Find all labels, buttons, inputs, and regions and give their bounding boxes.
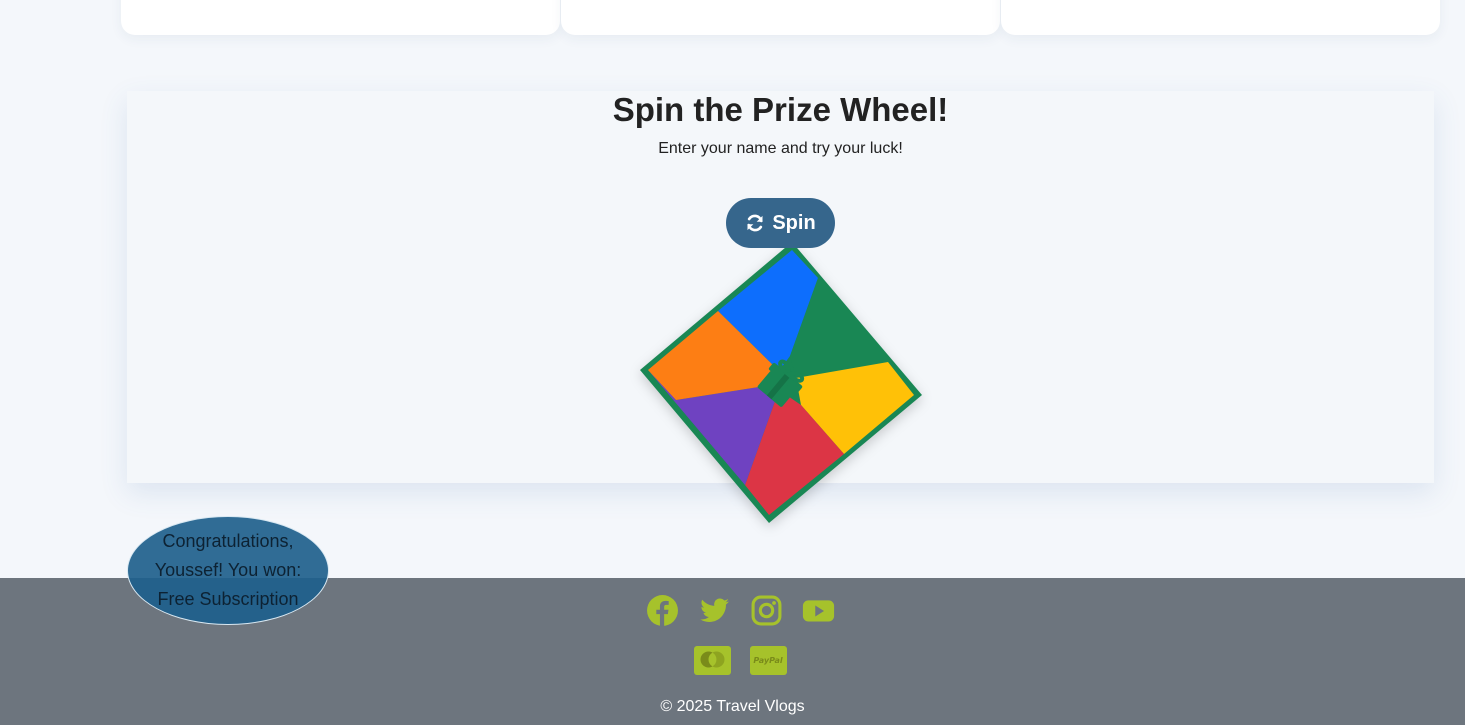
payment-methods: PayPal bbox=[0, 646, 1465, 675]
refresh-icon bbox=[745, 213, 765, 233]
top-card bbox=[561, 0, 1000, 35]
twitter-icon[interactable] bbox=[698, 594, 731, 627]
facebook-icon[interactable] bbox=[646, 594, 679, 627]
wheel-subtitle: Enter your name and try your luck! bbox=[658, 140, 903, 157]
top-card bbox=[1001, 0, 1440, 35]
youtube-icon[interactable] bbox=[802, 594, 835, 627]
spin-button[interactable]: Spin bbox=[726, 198, 835, 248]
page: Spin the Prize Wheel! Enter your name an… bbox=[0, 0, 1465, 725]
prize-wheel[interactable] bbox=[638, 240, 924, 525]
paypal-label: PayPal bbox=[753, 656, 783, 665]
instagram-icon[interactable] bbox=[750, 594, 783, 627]
copyright: © 2025 Travel Vlogs bbox=[660, 698, 805, 715]
wheel-title: Spin the Prize Wheel! bbox=[612, 91, 949, 128]
result-message: Congratulations, Youssef! You won: Free … bbox=[127, 516, 329, 625]
top-card bbox=[121, 0, 560, 35]
paypal-icon: PayPal bbox=[749, 646, 787, 675]
spin-label: Spin bbox=[772, 211, 816, 234]
mastercard-icon bbox=[693, 646, 731, 675]
